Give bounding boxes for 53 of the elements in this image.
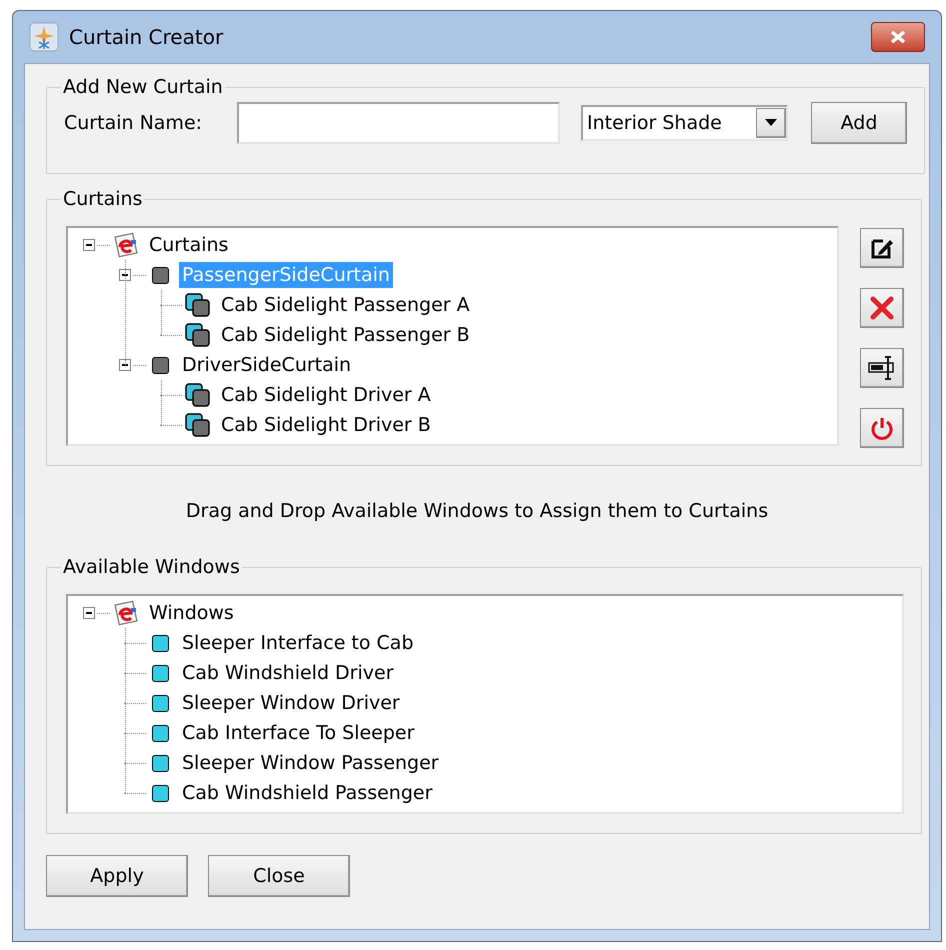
rename-button[interactable] (860, 348, 904, 388)
square-icon (152, 664, 169, 682)
delete-icon (869, 295, 895, 321)
field-label: Curtain Name: (64, 110, 204, 136)
tree-item[interactable]: Cab Sidelight Driver B (218, 412, 434, 438)
square-icon (152, 266, 169, 284)
collapse-toggle[interactable] (119, 359, 131, 371)
stacked-squares-icon (184, 322, 212, 348)
group-title: Available Windows (62, 556, 241, 578)
collapse-toggle[interactable] (83, 239, 95, 251)
power-icon (869, 415, 895, 441)
tree-item[interactable]: Cab Interface To Sleeper (179, 720, 418, 746)
tree-item[interactable]: Sleeper Window Passenger (179, 750, 442, 776)
close-icon (889, 30, 907, 44)
square-icon (152, 634, 169, 652)
close-dialog-button[interactable]: Close (208, 855, 350, 897)
dropdown-arrow-icon (765, 119, 777, 127)
text-field-cursor-icon (867, 355, 897, 381)
snowflake-sun-icon (29, 22, 59, 52)
tree-item[interactable]: Cab Sidelight Passenger B (218, 322, 473, 348)
tree-view[interactable]: Curtains PassengerSideCurtain Cab Sidelight Passenger A Cab Sidelight Passenger B DriverSideCurtain Cab Sidelight Driver A Cab Sidelight Driver B (66, 226, 839, 446)
edit-button[interactable] (860, 228, 904, 268)
group-title: Curtains (62, 188, 144, 210)
tree-item[interactable]: Sleeper Window Driver (179, 690, 403, 716)
group-title: Add New Curtain (62, 76, 224, 98)
square-icon (152, 356, 169, 374)
square-icon (152, 694, 169, 712)
stacked-squares-icon (184, 412, 212, 438)
window-title: Curtain Creator (69, 24, 224, 51)
curtain-name-field[interactable] (237, 102, 560, 144)
tree-item[interactable]: Cab Sidelight Passenger A (218, 292, 473, 318)
hint-text: Drag and Drop Available Windows to Assign them to Curtains (186, 498, 768, 524)
square-icon (152, 754, 169, 772)
collapse-toggle[interactable] (83, 607, 95, 619)
power-button[interactable] (860, 408, 904, 448)
tree-item[interactable]: Curtains (146, 232, 232, 258)
apply-button[interactable]: Apply (46, 855, 188, 897)
tree-item[interactable]: Cab Windshield Driver (179, 660, 397, 686)
delete-button[interactable] (860, 288, 904, 328)
tree-item[interactable]: DriverSideCurtain (179, 352, 354, 378)
tree-item[interactable]: Cab Windshield Passenger (179, 780, 436, 806)
stacked-squares-icon (184, 382, 212, 408)
square-icon (152, 784, 169, 802)
tree-view[interactable]: Windows Sleeper Interface to Cab Cab Windshield Driver Sleeper Window Driver Cab Interface To Sleeper Sleeper Window Passenger Cab Windshield Passenger (66, 594, 904, 814)
close-button[interactable] (871, 22, 925, 52)
collapse-toggle[interactable] (119, 269, 131, 281)
square-icon (152, 724, 169, 742)
tree-item[interactable]: Cab Sidelight Driver A (218, 382, 434, 408)
stacked-squares-icon (184, 292, 212, 318)
tree-item[interactable]: Sleeper Interface to Cab (179, 630, 417, 656)
tree-item[interactable]: Windows (146, 600, 237, 626)
add-button[interactable]: Add (811, 102, 907, 144)
type-dropdown[interactable]: Interior Shade (581, 105, 788, 141)
